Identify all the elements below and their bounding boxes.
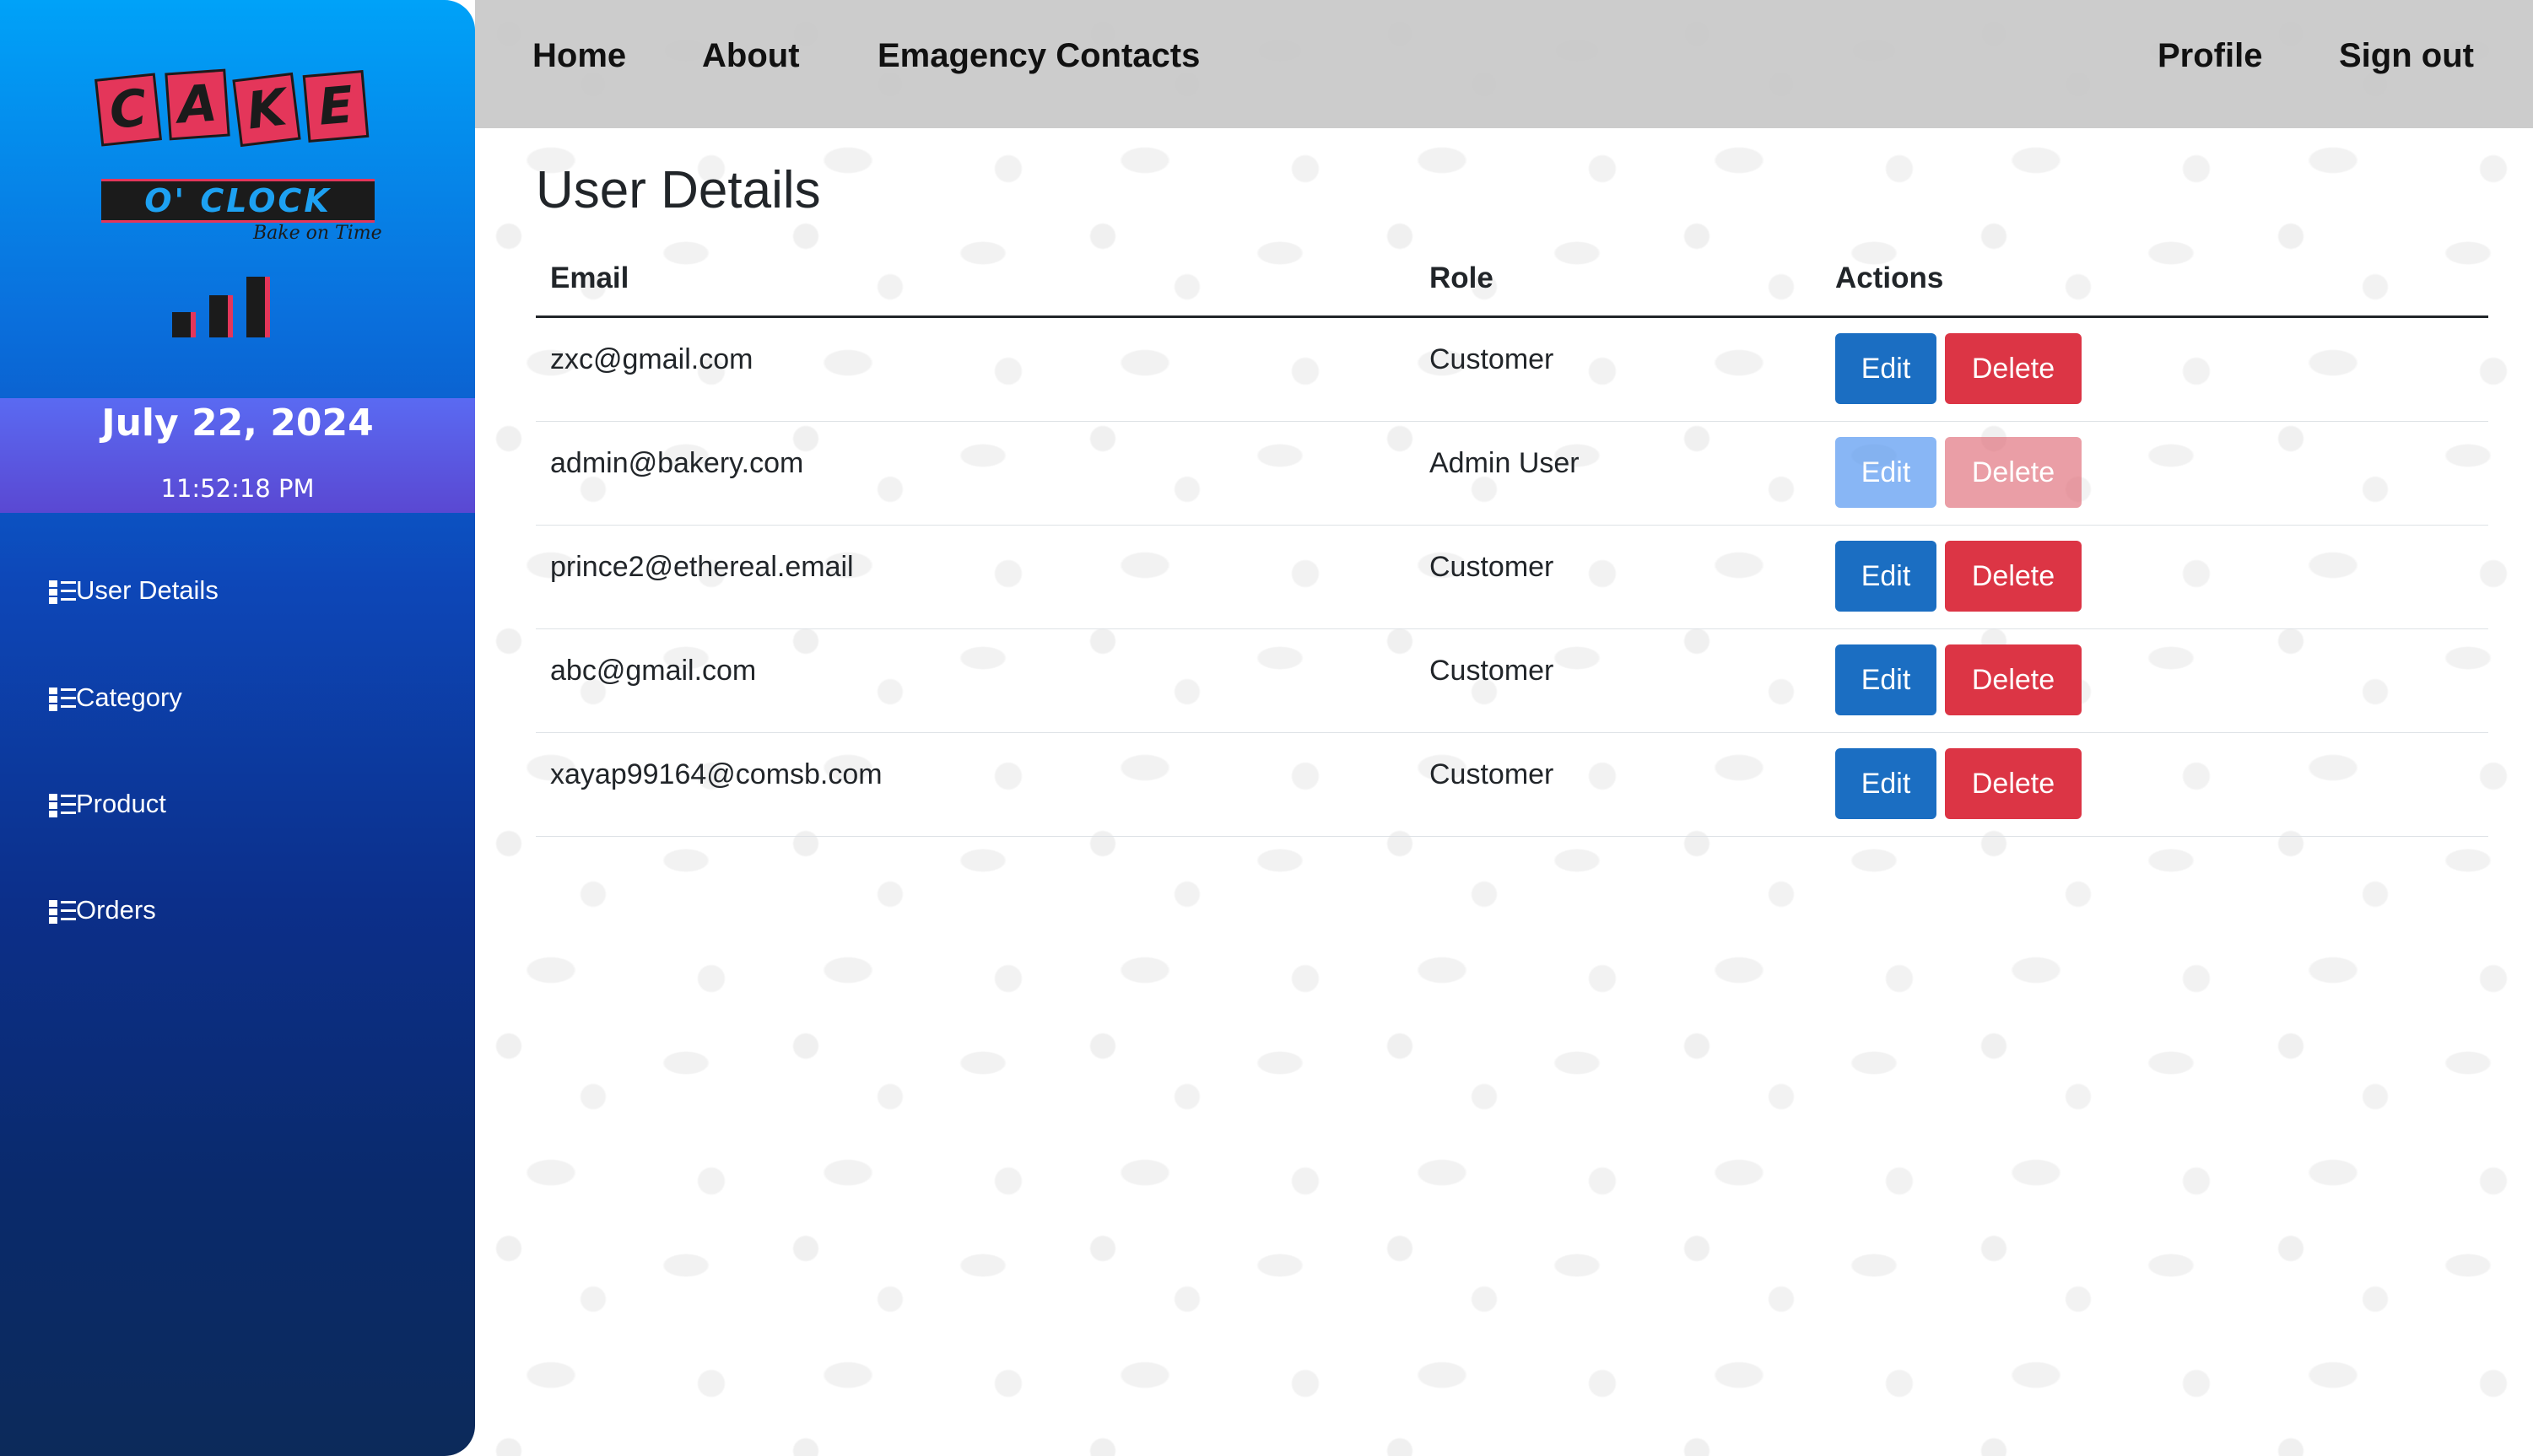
delete-button-disabled: Delete xyxy=(1945,437,2082,508)
user-role: Customer xyxy=(1429,343,1554,375)
user-email: prince2@ethereal.email xyxy=(550,551,854,583)
table-row: prince2@ethereal.email Customer Edit Del… xyxy=(536,526,2488,629)
top-navbar: Home About Emagency Contacts Profile Sig… xyxy=(475,0,2533,128)
column-header-actions: Actions xyxy=(1835,262,1944,294)
edit-button[interactable]: Edit xyxy=(1835,333,1936,404)
table-header: Email Role Actions xyxy=(536,245,2488,318)
table-row: xayap99164@comsb.com Customer Edit Delet… xyxy=(536,733,2488,837)
sidebar-item-user-details[interactable]: User Details xyxy=(49,569,219,612)
nav-link-emergency-contacts[interactable]: Emagency Contacts xyxy=(878,37,1200,75)
column-header-email: Email xyxy=(550,262,629,294)
table-row: zxc@gmail.com Customer Edit Delete xyxy=(536,318,2488,422)
table-row: admin@bakery.com Admin User Edit Delete xyxy=(536,422,2488,526)
edit-button[interactable]: Edit xyxy=(1835,748,1936,819)
column-header-role: Role xyxy=(1429,262,1493,294)
user-email: xayap99164@comsb.com xyxy=(550,758,883,790)
delete-button[interactable]: Delete xyxy=(1945,333,2082,404)
current-time: 11:52:18 PM xyxy=(160,474,315,503)
edit-button-disabled: Edit xyxy=(1835,437,1936,508)
user-email: abc@gmail.com xyxy=(550,655,757,687)
nav-link-profile[interactable]: Profile xyxy=(2158,37,2262,75)
edit-button[interactable]: Edit xyxy=(1835,644,1936,715)
logo-bar-chart-icon xyxy=(169,253,321,337)
table-row: abc@gmail.com Customer Edit Delete xyxy=(536,629,2488,733)
logo-tagline: Bake on Time xyxy=(253,223,382,244)
list-icon xyxy=(49,684,76,711)
user-table: Email Role Actions zxc@gmail.com Custome… xyxy=(536,245,2488,837)
nav-link-home[interactable]: Home xyxy=(532,37,626,75)
nav-link-sign-out[interactable]: Sign out xyxy=(2339,37,2474,75)
logo-wordmark: C A K E xyxy=(95,68,370,148)
logo-subtitle: O' CLOCK xyxy=(101,179,375,223)
user-role: Customer xyxy=(1429,655,1554,687)
delete-button[interactable]: Delete xyxy=(1945,541,2082,612)
sidebar-item-category[interactable]: Category xyxy=(49,677,182,719)
user-role: Customer xyxy=(1429,758,1554,790)
sidebar-item-label: Orders xyxy=(76,895,156,925)
sidebar-item-orders[interactable]: Orders xyxy=(49,889,156,931)
sidebar-item-label: Category xyxy=(76,682,182,712)
logo-letter: C xyxy=(95,73,162,147)
logo-letter: E xyxy=(302,70,370,143)
list-icon xyxy=(49,897,76,924)
sidebar-item-product[interactable]: Product xyxy=(49,783,166,825)
list-icon xyxy=(49,577,76,604)
edit-button[interactable]: Edit xyxy=(1835,541,1936,612)
user-email: zxc@gmail.com xyxy=(550,343,753,375)
sidebar: C A K E O' CLOCK Bake on Time July 22, 2… xyxy=(0,0,475,1456)
list-icon xyxy=(49,790,76,817)
brand-logo[interactable]: C A K E O' CLOCK Bake on Time xyxy=(0,0,475,398)
sidebar-item-label: User Details xyxy=(76,575,219,605)
delete-button[interactable]: Delete xyxy=(1945,748,2082,819)
user-role: Admin User xyxy=(1429,447,1580,479)
delete-button[interactable]: Delete xyxy=(1945,644,2082,715)
logo-letter: A xyxy=(165,68,230,141)
page-title: User Details xyxy=(536,161,821,219)
sidebar-item-label: Product xyxy=(76,789,166,818)
logo-letter: K xyxy=(232,72,301,148)
user-email: admin@bakery.com xyxy=(550,447,804,479)
main-content: Home About Emagency Contacts Profile Sig… xyxy=(475,0,2533,1456)
current-date: July 22, 2024 xyxy=(101,402,374,445)
user-role: Customer xyxy=(1429,551,1554,583)
nav-link-about[interactable]: About xyxy=(702,37,800,75)
